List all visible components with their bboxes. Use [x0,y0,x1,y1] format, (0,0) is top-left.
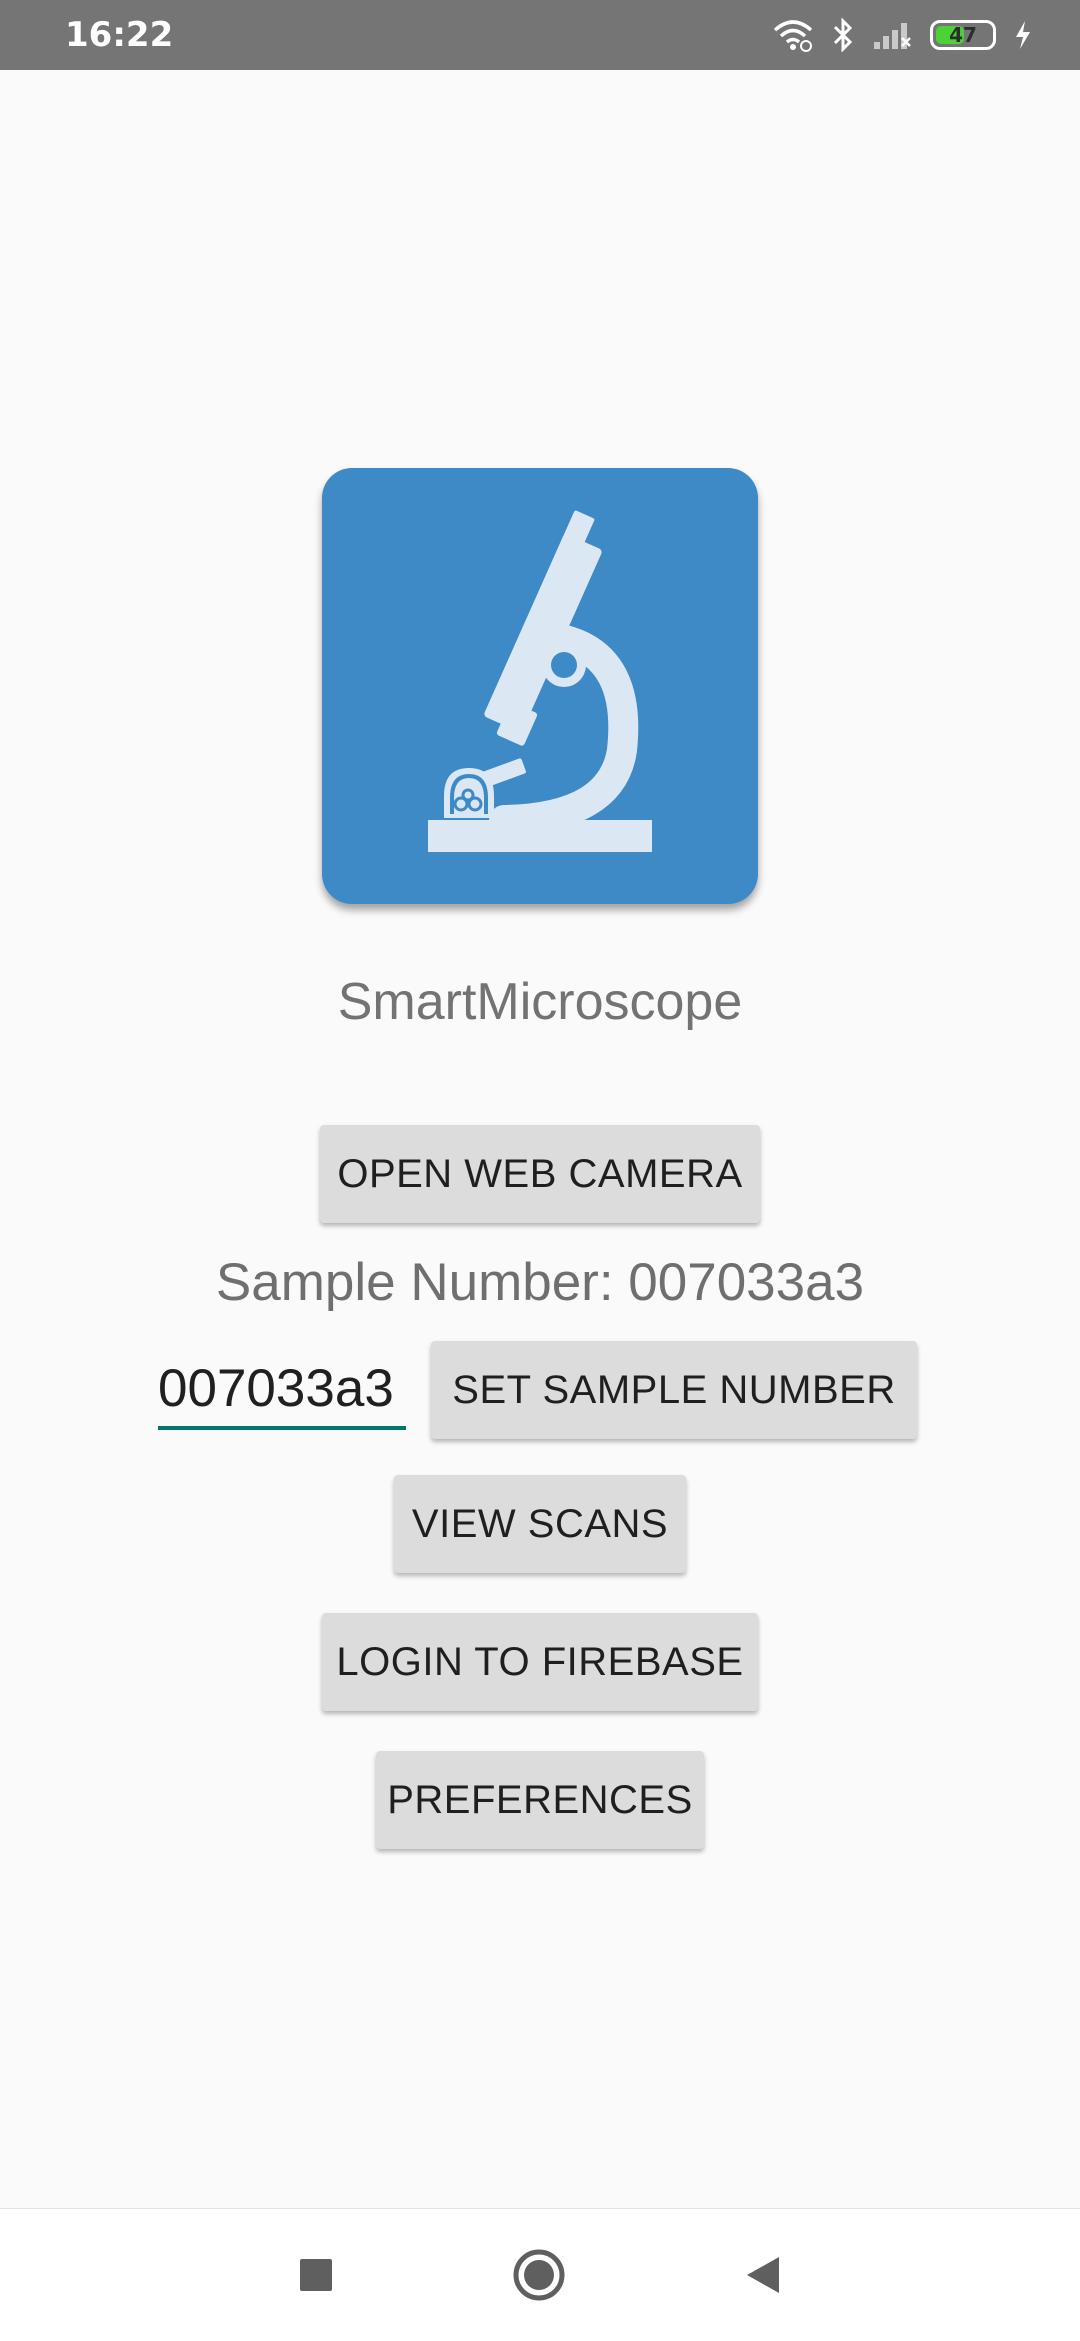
bluetooth-icon [832,18,854,52]
sample-number-input[interactable] [158,1350,406,1430]
status-icons: 47 [772,12,1032,58]
home-circle-icon[interactable] [509,2245,569,2305]
status-bar: 16:22 47 [0,0,1080,70]
set-sample-number-button[interactable]: SET SAMPLE NUMBER [431,1341,917,1439]
preferences-button[interactable]: PREFERENCES [376,1751,704,1849]
open-web-camera-button[interactable]: OPEN WEB CAMERA [320,1125,760,1223]
sample-number-label: Sample Number: 007033a3 [215,1253,865,1312]
signal-icon [872,20,912,50]
wifi-icon [772,18,814,52]
app-logo [322,468,758,904]
charging-icon [1014,20,1032,50]
recents-square-icon[interactable] [286,2245,346,2305]
back-triangle-icon[interactable] [733,2245,793,2305]
navigation-bar [0,2208,1080,2341]
microscope-icon [428,510,652,852]
battery-level: 47 [949,23,977,47]
status-time: 16:22 [65,15,174,55]
view-scans-button[interactable]: VIEW SCANS [394,1475,686,1573]
login-to-firebase-button[interactable]: LOGIN TO FIREBASE [322,1613,758,1711]
battery-icon: 47 [930,20,996,50]
app-title: SmartMicroscope [337,973,743,1031]
